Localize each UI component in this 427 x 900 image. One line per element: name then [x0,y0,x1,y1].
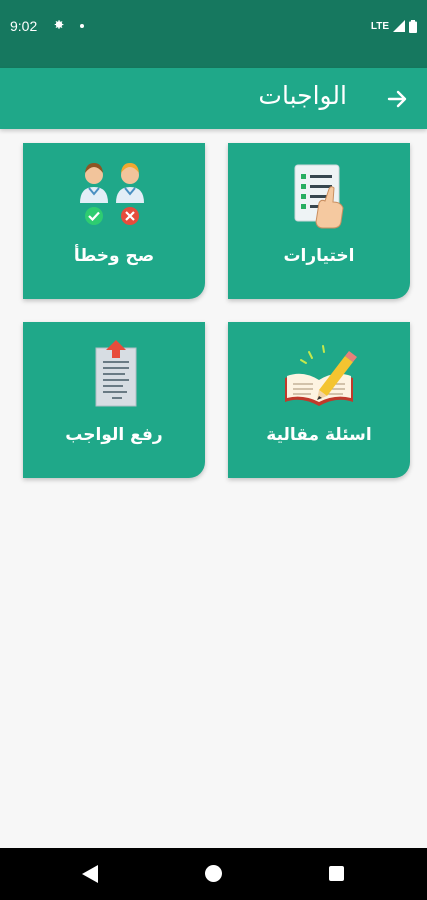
app-bar: الواجبات [0,68,427,129]
upload-homework-label: رفع الواجب [65,425,163,445]
open-book-pencil-icon [285,345,357,406]
nav-recents-icon[interactable] [329,866,344,881]
status-time: 9:02 [10,18,38,34]
true-false-label: صح وخطأ [73,246,155,266]
notification-dot-icon [80,24,84,28]
status-right: LTE [371,18,417,34]
battery-icon [409,19,417,33]
system-nav-bar [0,848,427,900]
back-arrow-icon[interactable] [385,87,409,111]
page-title: الواجبات [258,81,347,110]
essay-questions-label: اسئلة مقالية [266,425,372,445]
essay-questions-card[interactable]: اسئلة مقالية [228,322,410,478]
upload-homework-card[interactable]: رفع الواجب [23,322,205,478]
settings-gear-icon [54,20,64,29]
true-false-card[interactable]: صح وخطأ [23,143,205,299]
choices-card[interactable]: اختيارات [228,143,410,299]
nav-back-icon[interactable] [82,865,98,883]
status-bar: 9:02 LTE [0,0,427,68]
choices-label: اختيارات [283,246,355,266]
nav-home-icon[interactable] [205,865,222,882]
network-type: LTE [370,20,389,32]
signal-icon [393,20,405,32]
true-false-people-icon [80,163,144,225]
checklist-hand-icon [294,164,344,229]
upload-document-icon [95,340,137,407]
